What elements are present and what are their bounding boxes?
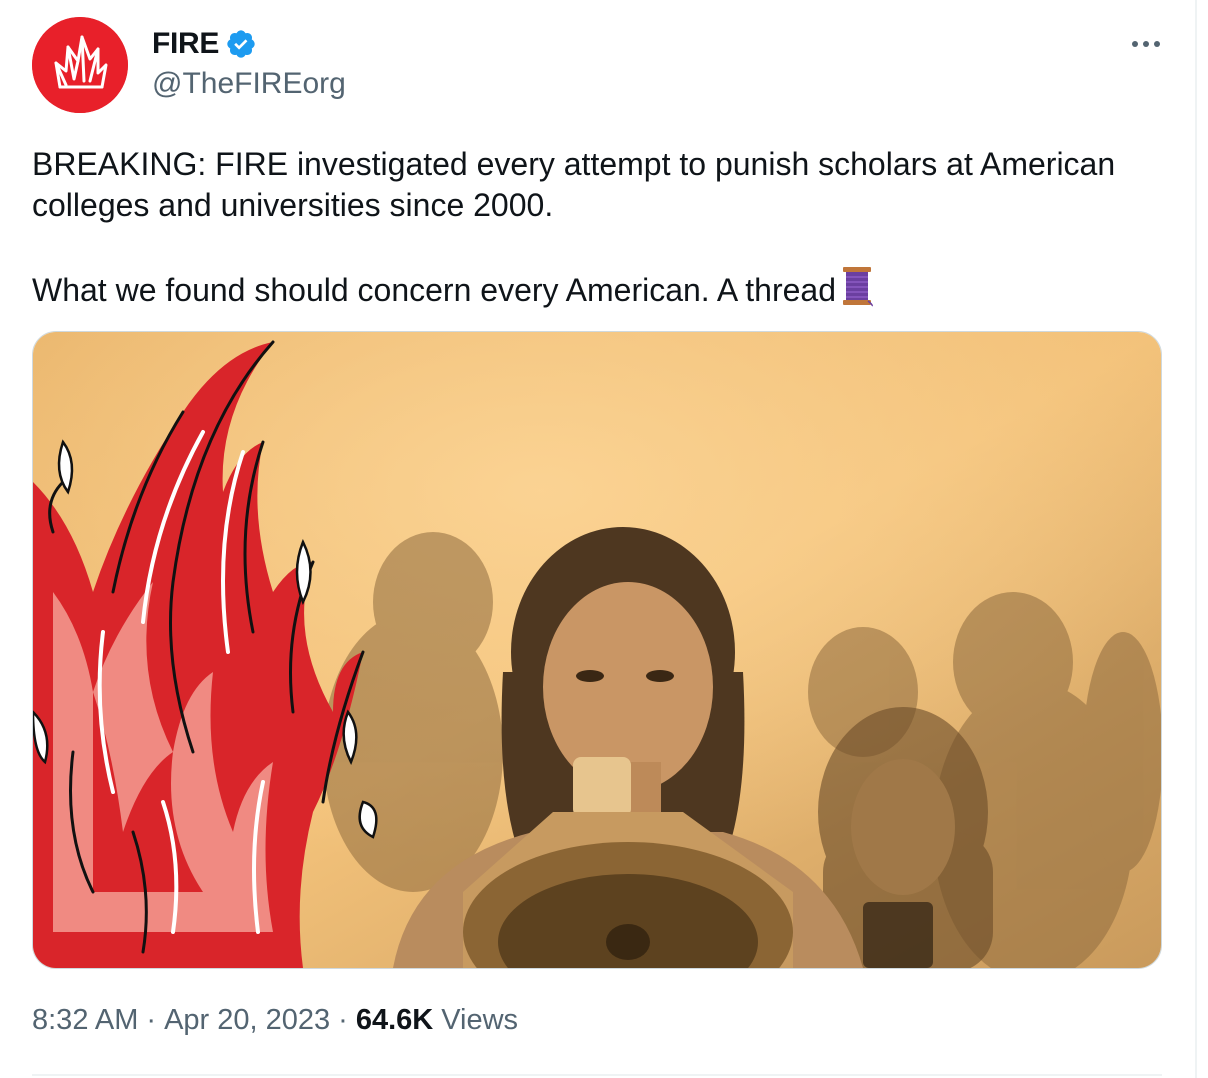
verified-badge-icon [227,30,255,58]
tweet-divider [32,1074,1162,1076]
tweet-media-image[interactable] [32,331,1162,969]
views-label: Views [441,1004,519,1036]
more-dot [1143,41,1149,47]
tweet-page: FIRE @TheFIREorg BREAKING: FIRE investig… [0,0,1208,1078]
tweet-paragraph-2: What we found should concern every Ameri… [32,265,1162,311]
tweet-paragraph-2-text: What we found should concern every Ameri… [32,272,837,308]
more-dot [1154,41,1160,47]
more-options-button[interactable] [1124,30,1168,58]
meta-separator: · [146,1004,157,1036]
tweet-time-link[interactable]: 8:32 AM [32,1004,138,1037]
tweet-paragraph-1: BREAKING: FIRE investigated every attemp… [32,146,1116,223]
author-display-name[interactable]: FIRE [152,27,219,61]
meta-separator: · [338,1004,348,1036]
tweet-date-link[interactable]: Apr 20, 2023 [164,1004,330,1037]
author-name-row[interactable]: FIRE [152,26,257,62]
author-handle[interactable]: @TheFIREorg [152,67,346,101]
more-dot [1132,41,1138,47]
fire-logo-icon[interactable] [32,17,128,113]
tweet-meta: 8:32 AM · Apr 20, 2023 · 64.6K Views [32,1004,518,1037]
tweet-text: BREAKING: FIRE investigated every attemp… [32,144,1162,311]
thread-spool-icon [840,265,874,307]
column-divider [1195,0,1197,1078]
views-count[interactable]: 64.6K [356,1004,433,1037]
